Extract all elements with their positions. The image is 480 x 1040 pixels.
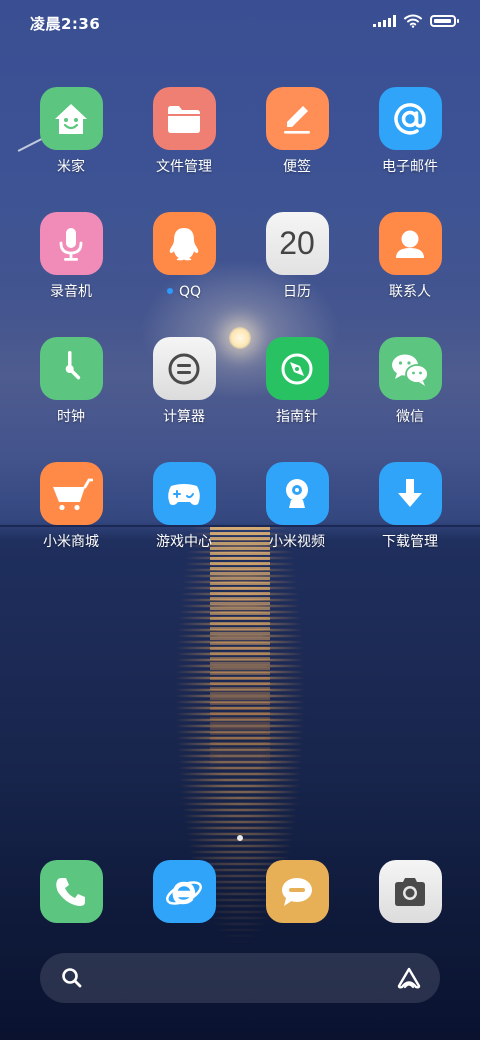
app-recorder[interactable]: 录音机 — [16, 212, 126, 301]
app-label: 微信 — [396, 409, 424, 425]
compass-icon — [265, 337, 329, 400]
signal-icon — [373, 15, 396, 27]
person-icon — [378, 212, 442, 275]
app-label: 便签 — [283, 159, 311, 175]
app-label: 游戏中心 — [156, 534, 212, 550]
status-icons — [373, 14, 459, 28]
app-clock[interactable]: 时钟 — [16, 337, 126, 426]
dock-browser[interactable] — [129, 860, 239, 923]
app-downloads[interactable]: 下载管理 — [355, 462, 465, 551]
search-icon[interactable] — [60, 966, 84, 990]
notification-dot — [166, 288, 173, 294]
app-wechat[interactable]: 微信 — [355, 337, 465, 426]
app-label: 下载管理 — [382, 534, 438, 550]
app-label: 录音机 — [50, 284, 92, 300]
page-indicator — [0, 826, 480, 845]
microphone-icon — [39, 212, 103, 275]
app-label: 米家 — [57, 159, 85, 175]
at-sign-icon — [378, 87, 442, 150]
app-mi-store[interactable]: 小米商城 — [16, 462, 126, 551]
assistant-icon[interactable] — [396, 966, 422, 990]
wifi-icon — [404, 14, 422, 28]
dock-phone[interactable] — [16, 860, 126, 923]
gamepad-icon — [152, 462, 216, 525]
page-dot-active — [237, 835, 243, 841]
home-smile-icon — [39, 87, 103, 150]
calendar-icon: 20 — [265, 212, 329, 275]
camera-icon — [378, 860, 442, 923]
battery-level — [434, 19, 452, 23]
clock-icon — [39, 337, 103, 400]
app-label: 文件管理 — [156, 159, 212, 175]
search-bar[interactable] — [40, 953, 440, 1003]
app-file-manager[interactable]: 文件管理 — [129, 87, 239, 176]
app-label: 时钟 — [57, 409, 85, 425]
app-calculator[interactable]: 计算器 — [129, 337, 239, 426]
app-compass[interactable]: 指南针 — [242, 337, 352, 426]
app-label: 电子邮件 — [382, 159, 438, 175]
message-bubble-icon — [265, 860, 329, 923]
webcam-icon — [265, 462, 329, 525]
app-mi-home[interactable]: 米家 — [16, 87, 126, 176]
equals-icon — [152, 337, 216, 400]
battery-icon — [430, 15, 459, 27]
status-bar: 凌晨2:36 — [0, 0, 480, 44]
app-label: 日历 — [283, 284, 311, 300]
calendar-date: 20 — [279, 225, 315, 261]
app-qq[interactable]: QQ — [129, 212, 239, 301]
app-label: 小米商城 — [43, 534, 99, 550]
pencil-icon — [265, 87, 329, 150]
app-contacts[interactable]: 联系人 — [355, 212, 465, 301]
dock-messages[interactable] — [242, 860, 352, 923]
browser-e-icon — [152, 860, 216, 923]
app-label-text: QQ — [178, 284, 202, 300]
download-arrow-icon — [378, 462, 442, 525]
app-notes[interactable]: 便签 — [242, 87, 352, 176]
status-time: 凌晨2:36 — [30, 15, 101, 33]
app-label: 联系人 — [389, 284, 431, 300]
app-label: 小米视频 — [269, 534, 325, 550]
penguin-icon — [152, 212, 216, 275]
app-label: 指南针 — [276, 409, 318, 425]
shopping-cart-icon — [39, 462, 103, 525]
dock-camera[interactable] — [355, 860, 465, 923]
app-game-center[interactable]: 游戏中心 — [129, 462, 239, 551]
app-label: 计算器 — [163, 409, 205, 425]
app-label: QQ — [129, 283, 239, 301]
phone-icon — [39, 860, 103, 923]
chat-bubbles-icon — [378, 337, 442, 400]
app-mi-video[interactable]: 小米视频 — [242, 462, 352, 551]
moon-reflection-core — [210, 527, 270, 777]
folder-icon — [152, 87, 216, 150]
app-email[interactable]: 电子邮件 — [355, 87, 465, 176]
app-calendar[interactable]: 20 日历 — [242, 212, 352, 301]
